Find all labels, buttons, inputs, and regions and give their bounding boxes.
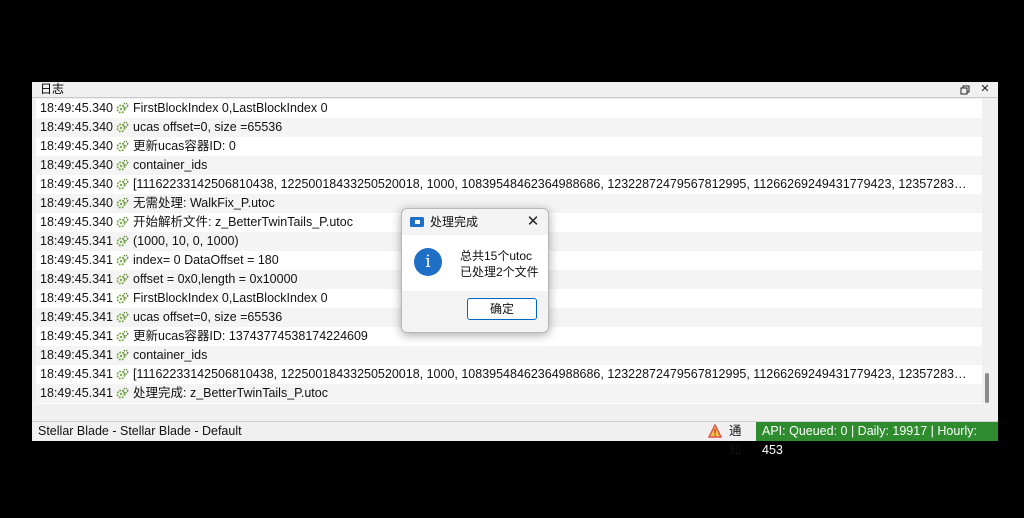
scrollbar-thumb[interactable] bbox=[985, 373, 989, 403]
log-message: [1116223314250681043​8, 1225001843325052… bbox=[133, 177, 973, 191]
log-message: [11162233142506810438, 12250018433250520… bbox=[133, 367, 973, 381]
gears-icon bbox=[116, 292, 129, 305]
log-message: index= 0 DataOffset = 180 bbox=[133, 253, 279, 267]
log-timestamp: 18:49:45.341 bbox=[40, 329, 113, 343]
info-icon: i bbox=[414, 248, 442, 276]
log-timestamp: 18:49:45.340 bbox=[40, 120, 113, 134]
log-message: ucas offset=0, size =65536 bbox=[133, 120, 283, 134]
log-timestamp: 18:49:45.341 bbox=[40, 310, 113, 324]
folder-icon bbox=[410, 217, 424, 227]
gears-icon bbox=[116, 197, 129, 210]
log-timestamp: 18:49:45.341 bbox=[40, 253, 113, 267]
gears-icon bbox=[116, 140, 129, 153]
gears-icon bbox=[116, 216, 129, 229]
log-row[interactable]: 18:49:45.341 container_ids bbox=[36, 346, 982, 365]
gears-icon bbox=[116, 102, 129, 115]
log-message: 处理完成: z_BetterTwinTails_P.utoc bbox=[133, 386, 328, 400]
log-timestamp: 18:49:45.341 bbox=[40, 367, 113, 381]
ok-button[interactable]: 确定 bbox=[467, 298, 537, 320]
log-row[interactable]: 18:49:45.341 [11162233142506810438, 12250… bbox=[36, 365, 982, 384]
log-message: ucas offset=0, size =65536 bbox=[133, 310, 283, 324]
log-message: container_ids bbox=[133, 348, 208, 362]
log-timestamp: 18:49:45.340 bbox=[40, 177, 113, 191]
log-message: FirstBlockIndex 0,LastBlockIndex 0 bbox=[133, 101, 328, 115]
log-timestamp: 18:49:45.341 bbox=[40, 234, 113, 248]
window-title: 日志 bbox=[40, 82, 65, 96]
log-timestamp: 18:49:45.340 bbox=[40, 196, 113, 210]
profile-label: Stellar Blade - Stellar Blade - Default bbox=[38, 424, 242, 438]
log-timestamp: 18:49:45.341 bbox=[40, 272, 113, 286]
warning-icon bbox=[708, 424, 722, 438]
close-icon[interactable]: ✕ bbox=[524, 209, 542, 235]
log-row[interactable]: 18:49:45.340 container_ids bbox=[36, 156, 982, 175]
log-timestamp: 18:49:45.341 bbox=[40, 348, 113, 362]
gears-icon bbox=[116, 178, 129, 191]
log-row[interactable]: 18:49:45.340 ucas offset=0, size =65536 bbox=[36, 118, 982, 137]
gears-icon bbox=[116, 254, 129, 267]
completion-dialog: 处理完成 ✕ i 总共15个utoc 已处理2个文件 确定 bbox=[401, 208, 549, 333]
log-timestamp: 18:49:45.340 bbox=[40, 139, 113, 153]
log-row[interactable]: 18:49:45.340 [1116223314250681043​8, 1225… bbox=[36, 175, 982, 194]
gears-icon bbox=[116, 273, 129, 286]
log-message: (1000, 10, 0, 1000) bbox=[133, 234, 239, 248]
dialog-title: 处理完成 bbox=[430, 215, 479, 229]
gears-icon bbox=[116, 311, 129, 324]
vertical-scrollbar[interactable] bbox=[982, 99, 994, 404]
log-message: 开始解析文件: z_BetterTwinTails_P.utoc bbox=[133, 215, 353, 229]
gears-icon bbox=[116, 121, 129, 134]
gears-icon bbox=[116, 330, 129, 343]
dialog-body: i 总共15个utoc 已处理2个文件 bbox=[402, 235, 548, 291]
log-timestamp: 18:49:45.340 bbox=[40, 101, 113, 115]
log-message: 更新ucas容器ID: 13743774538174224609 bbox=[133, 329, 368, 343]
log-message: container_ids bbox=[133, 158, 208, 172]
gears-icon bbox=[116, 387, 129, 400]
log-timestamp: 18:49:45.341 bbox=[40, 386, 113, 400]
notification-label: 通知 bbox=[729, 424, 742, 457]
restore-icon[interactable] bbox=[957, 82, 973, 97]
close-icon[interactable]: ✕ bbox=[977, 82, 993, 97]
dialog-message-total: 总共15个utoc bbox=[460, 249, 533, 263]
log-timestamp: 18:49:45.340 bbox=[40, 215, 113, 229]
status-bar: Stellar Blade - Stellar Blade - Default … bbox=[32, 421, 998, 457]
log-message: 无需处理: WalkFix_P.utoc bbox=[133, 196, 275, 210]
dialog-message-processed: 已处理2个文件 bbox=[460, 265, 539, 279]
log-message: FirstBlockIndex 0,LastBlockIndex 0 bbox=[133, 291, 328, 305]
gears-icon bbox=[116, 349, 129, 362]
gears-icon bbox=[116, 159, 129, 172]
log-message: offset = 0x0,length = 0x10000 bbox=[133, 272, 298, 286]
log-row[interactable]: 18:49:45.340 FirstBlockIndex 0,LastBlockI… bbox=[36, 99, 982, 118]
log-row[interactable]: 18:49:45.341 处理完成: z_BetterTwinTails_P.ut… bbox=[36, 384, 982, 403]
gears-icon bbox=[116, 368, 129, 381]
log-row[interactable]: 18:49:45.340 更新ucas容器ID: 0 bbox=[36, 137, 982, 156]
log-message: 更新ucas容器ID: 0 bbox=[133, 139, 236, 153]
log-timestamp: 18:49:45.340 bbox=[40, 158, 113, 172]
api-status-badge: API: Queued: 0 | Daily: 19917 | Hourly: … bbox=[756, 422, 998, 457]
gears-icon bbox=[116, 235, 129, 248]
title-bar: 日志 ✕ bbox=[32, 82, 998, 98]
log-timestamp: 18:49:45.341 bbox=[40, 291, 113, 305]
dialog-header: 处理完成 ✕ bbox=[402, 209, 548, 235]
